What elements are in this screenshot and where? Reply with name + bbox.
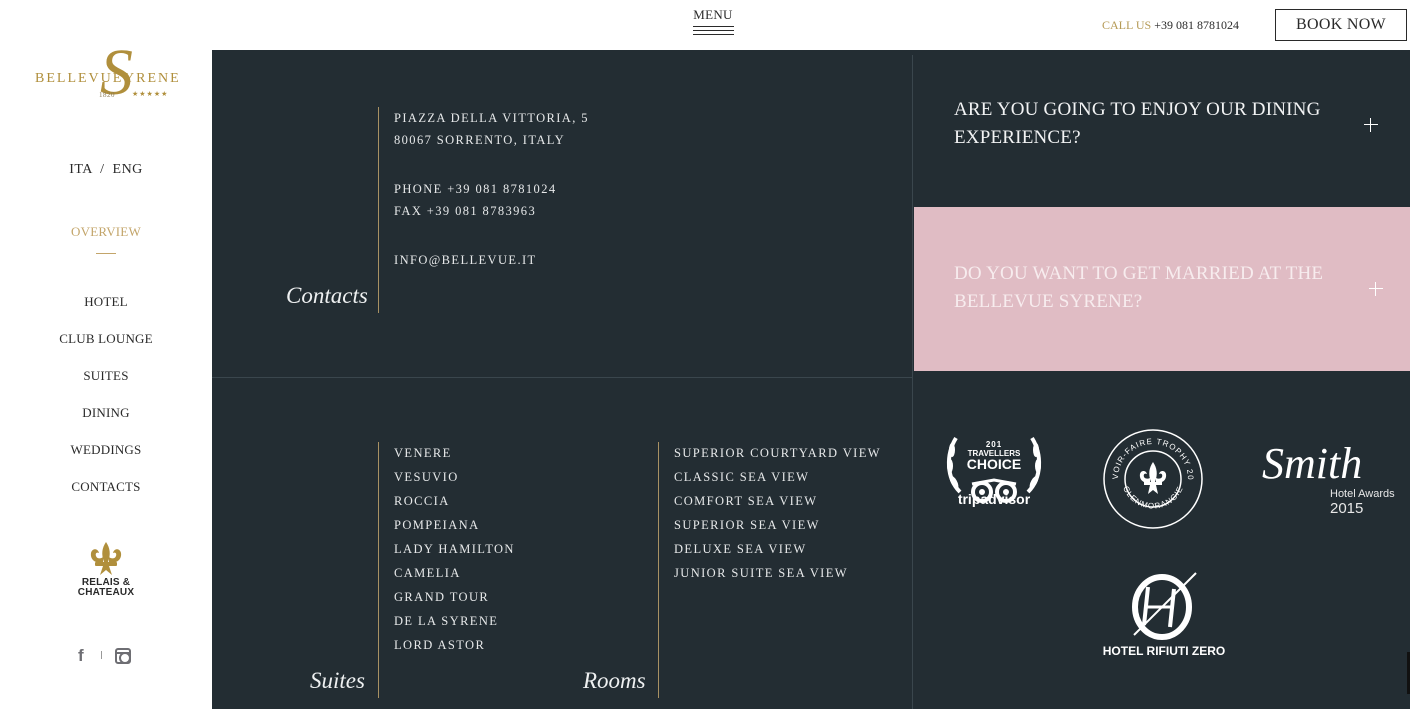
svg-text:SAVOIR-FAIRE TROPHY 2018: SAVOIR-FAIRE TROPHY 2018 [1102,428,1195,481]
call-us-label: CALL US [1102,18,1152,32]
rooms-gold-rule [658,442,659,698]
facebook-icon[interactable]: f [78,646,92,666]
address-line-1: PIAZZA DELLA VITTORIA, 5 [394,111,589,125]
smith-signature: Smith [1262,439,1363,488]
suite-item[interactable]: GRAND TOUR [394,585,515,609]
dining-question: ARE YOU GOING TO ENJOY OUR DINING EXPERI… [954,99,1321,148]
suite-item[interactable]: DE LA SYRENE [394,609,515,633]
main-nav: OVERVIEW HOTEL CLUB LOUNGE SUITES DINING… [0,224,212,495]
fleur-de-lis-icon [90,542,122,575]
room-item[interactable]: SUPERIOR SEA VIEW [674,513,881,537]
smith-year: 2015 [1330,500,1364,517]
wedding-accordion[interactable]: DO YOU WANT TO GET MARRIED AT THE BELLEV… [914,207,1410,371]
email-link[interactable]: INFO@BELLEVUE.IT [394,253,537,268]
room-item[interactable]: COMFORT SEA VIEW [674,489,881,513]
suite-item[interactable]: ROCCIA [394,489,515,513]
relais-line2: CHATEAUX [77,587,135,598]
menu-button[interactable]: MENU [691,7,735,38]
social-divider [101,651,102,659]
book-now-button[interactable]: BOOK NOW [1275,9,1407,41]
nav-item-club-lounge[interactable]: CLUB LOUNGE [0,331,212,347]
laurel-owl-icon [947,436,1041,503]
wedding-question: DO YOU WANT TO GET MARRIED AT THE BELLEV… [954,263,1324,312]
call-us[interactable]: CALL US +39 081 8781024 [1102,18,1239,33]
savoir-faire-badge-icon: SAVOIR-FAIRE TROPHY 2018 GLENMORANGIE [1099,421,1203,529]
suite-item[interactable]: VENERE [394,441,515,465]
lang-ita-link[interactable]: ITA [69,162,92,177]
contacts-title: Contacts [286,283,368,308]
room-item[interactable]: SUPERIOR COURTYARD VIEW [674,441,881,465]
room-item[interactable]: CLASSIC SEA VIEW [674,465,881,489]
suites-list: VENERE VESUVIO ROCCIA POMPEIANA LADY HAM… [394,441,515,657]
hamburger-icon [692,26,734,35]
sidebar: BELLEVUE S YRENE 1820 ★★★★★ ITA / ENG OV… [0,0,212,709]
suite-item[interactable]: VESUVIO [394,465,515,489]
nav-item-overview[interactable]: OVERVIEW [0,224,212,240]
smith-hotel-awards[interactable]: Smith Hotel Awards 2015 [1262,439,1395,520]
nav-item-suites[interactable]: SUITES [0,368,212,384]
plus-icon[interactable] [1364,118,1378,132]
social-links: f [78,646,134,666]
room-item[interactable]: DELUXE SEA VIEW [674,537,881,561]
suites-gold-rule [378,442,379,698]
hotel-rifiuti-zero-award[interactable]: HOTEL RIFIUTI ZERO [1094,567,1234,663]
suite-item[interactable]: CAMELIA [394,561,515,585]
suite-item[interactable]: LADY HAMILTON [394,537,515,561]
nav-item-weddings[interactable]: WEDDINGS [0,442,212,458]
rifiuti-zero-emblem-icon [1132,572,1197,640]
savoir-faire-trophy-award[interactable]: SAVOIR-FAIRE TROPHY 2018 GLENMORANGIE [1099,421,1204,530]
instagram-icon[interactable] [115,648,131,664]
footer-content: Contacts PIAZZA DELLA VITTORIA, 5 80067 … [212,50,1410,709]
fax-number: FAX +39 081 8783963 [394,204,537,218]
call-us-phone: +39 081 8781024 [1154,18,1240,32]
suite-item[interactable]: POMPEIANA [394,513,515,537]
nav-item-hotel[interactable]: HOTEL [0,294,212,310]
room-item[interactable]: JUNIOR SUITE SEA VIEW [674,561,881,585]
bellevue-syrene-logo[interactable]: BELLEVUE S YRENE 1820 ★★★★★ [34,40,181,114]
top-bar: MENU CALL US +39 081 8781024 BOOK NOW [212,0,1410,50]
nav-item-dining[interactable]: DINING [0,405,212,421]
tripadvisor-award[interactable]: 201 TRAVELLERS CHOICE tripadvisor [942,432,1046,524]
row-divider [212,377,913,378]
lang-eng-link[interactable]: ENG [113,162,143,177]
logo-word-right: YRENE [124,71,181,86]
relais-chateaux-logo[interactable]: RELAIS & CHATEAUX [70,540,142,598]
logo-year: 1820 [99,91,115,99]
rooms-title: Rooms [583,668,646,693]
smith-line1: Hotel Awards [1330,488,1395,500]
nav-item-contacts[interactable]: CONTACTS [0,479,212,495]
phone-number[interactable]: PHONE +39 081 8781024 [394,182,557,197]
plus-icon[interactable] [1369,282,1383,296]
contacts-gold-rule [378,107,379,313]
dining-accordion[interactable]: ARE YOU GOING TO ENJOY OUR DINING EXPERI… [914,50,1410,207]
suites-title: Suites [310,668,365,693]
rifiuti-zero-label: HOTEL RIFIUTI ZERO [1102,644,1226,658]
suite-item[interactable]: LORD ASTOR [394,633,515,657]
menu-label: MENU [693,7,733,22]
address-line-2: 80067 SORRENTO, ITALY [394,133,566,147]
lang-separator: / [100,162,105,177]
rooms-list: SUPERIOR COURTYARD VIEW CLASSIC SEA VIEW… [674,441,881,585]
active-underline [96,253,116,254]
language-switcher: ITA / ENG [0,162,212,178]
column-divider [912,55,913,709]
logo-stars: ★★★★★ [132,90,169,98]
